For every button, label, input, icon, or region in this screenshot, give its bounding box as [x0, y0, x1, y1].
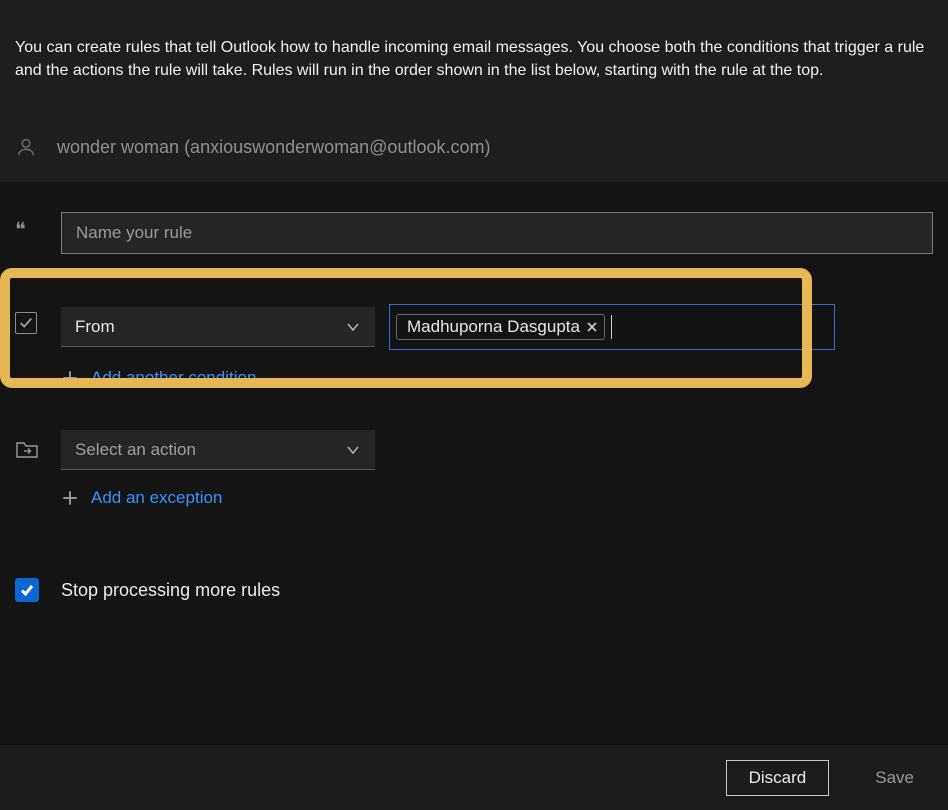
chip-remove-icon[interactable]	[586, 321, 598, 333]
add-condition-link[interactable]: Add another condition	[61, 368, 933, 388]
action-row: Select an action Add an exception	[15, 430, 933, 536]
rule-name-row: ❝	[15, 212, 933, 254]
plus-icon	[61, 369, 79, 387]
discard-button[interactable]: Discard	[726, 760, 830, 796]
condition-icon-col	[15, 304, 61, 334]
add-exception-label: Add an exception	[91, 488, 222, 508]
form-area: ❝ From Madhuporna Dasgupta	[0, 182, 948, 602]
plus-icon	[61, 489, 79, 507]
condition-select-label: From	[75, 317, 115, 337]
save-button[interactable]: Save	[875, 768, 914, 788]
account-label: wonder woman (anxiouswonderwoman@outlook…	[57, 137, 490, 158]
chevron-down-icon	[345, 442, 361, 458]
check-icon	[19, 582, 35, 598]
chip-label: Madhuporna Dasgupta	[407, 317, 580, 337]
quote-icon: ❝	[15, 212, 61, 240]
header-area: You can create rules that tell Outlook h…	[0, 0, 948, 182]
person-chip[interactable]: Madhuporna Dasgupta	[396, 314, 605, 340]
footer: Discard Save	[0, 744, 948, 810]
intro-text: You can create rules that tell Outlook h…	[15, 36, 933, 82]
add-condition-label: Add another condition	[91, 368, 256, 388]
rule-name-input[interactable]	[61, 212, 933, 254]
condition-select[interactable]: From	[61, 307, 375, 347]
chevron-down-icon	[345, 319, 361, 335]
condition-row: From Madhuporna Dasgupta Add another con…	[15, 304, 933, 416]
stop-processing-label: Stop processing more rules	[61, 580, 280, 601]
stop-processing-row: Stop processing more rules	[15, 578, 933, 602]
folder-move-icon	[15, 438, 39, 460]
stop-processing-checkbox[interactable]	[15, 578, 39, 602]
action-select-label: Select an action	[75, 440, 196, 460]
action-icon-col	[15, 430, 61, 465]
account-row: wonder woman (anxiouswonderwoman@outlook…	[15, 136, 933, 158]
action-select[interactable]: Select an action	[61, 430, 375, 470]
text-cursor	[611, 315, 612, 339]
add-exception-link[interactable]: Add an exception	[61, 488, 933, 508]
person-icon	[15, 136, 37, 158]
condition-value-field[interactable]: Madhuporna Dasgupta	[389, 304, 835, 350]
condition-check-icon	[15, 312, 37, 334]
